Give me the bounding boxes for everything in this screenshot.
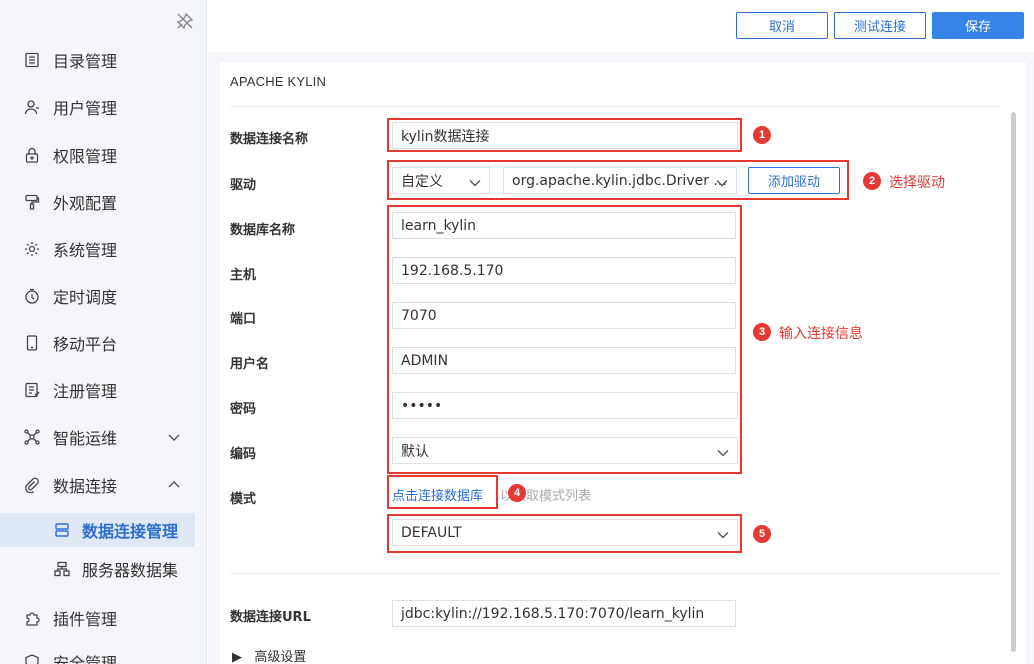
driver-type-value: 自定义 [401,173,443,190]
panel-title: APACHE KYLIN [230,74,327,89]
annotation-badge-2: 2 [863,172,881,190]
sidebar-item-ops[interactable]: 智能运维 [0,419,207,455]
vertical-scrollbar[interactable] [1011,112,1016,652]
sidebar-item-label: 权限管理 [53,147,118,166]
driver-class-value: org.apache.kylin.jdbc.Driver ... [512,172,727,189]
host-label: 主机 [230,268,257,283]
annotation-note-driver: 选择驱动 [889,175,945,191]
database-icon [54,522,70,538]
chevron-down-icon [716,176,728,187]
chevron-down-icon [167,430,181,444]
sidebar-subitem-label: 数据连接管理 [82,522,179,541]
sidebar-item-label: 数据连接 [53,477,118,496]
schema-label: 模式 [230,492,257,507]
chevron-up-icon [167,478,181,492]
port-label: 端口 [230,312,257,327]
sidebar: 目录管理 用户管理 权限管理 外观配置 系统管理 定时调度 移动平台 注册管理 … [0,0,207,664]
sidebar-item-system[interactable]: 系统管理 [0,231,207,267]
sidebar-item-schedule[interactable]: 定时调度 [0,278,207,314]
schema-select[interactable]: DEFAULT [392,519,738,546]
driver-type-select[interactable]: 自定义 [392,167,490,194]
cancel-button[interactable]: 取消 [736,12,828,39]
port-input[interactable]: 7070 [392,302,736,329]
username-input[interactable]: ADMIN [392,347,736,374]
sidebar-item-label: 定时调度 [53,288,118,307]
database-name-input[interactable]: learn_kylin [392,212,736,239]
user-icon [24,99,40,115]
annotation-badge-4: 4 [508,484,526,502]
catalog-icon [24,52,40,68]
sidebar-item-users[interactable]: 用户管理 [0,89,207,125]
sidebar-item-label: 移动平台 [53,335,118,354]
sidebar-item-label: 插件管理 [53,610,118,629]
annotation-badge-5: 5 [753,525,771,543]
sidebar-subitem-server-dataset[interactable]: 服务器数据集 [0,552,207,586]
chevron-down-icon [717,528,729,539]
sidebar-item-mobile[interactable]: 移动平台 [0,325,207,361]
link-icon [24,477,40,493]
save-button[interactable]: 保存 [932,12,1024,39]
sidebar-item-label: 安全管理 [53,654,118,664]
advanced-settings-toggle[interactable]: ▶ 高级设置 [232,646,306,664]
connection-url-label: 数据连接URL [230,610,311,625]
sidebar-item-label: 系统管理 [53,241,118,260]
plugin-icon [24,610,40,626]
divider [230,573,1000,574]
password-input[interactable]: ••••• [392,392,738,419]
sidebar-subitem-connection-management[interactable]: 数据连接管理 [0,513,195,547]
encoding-select[interactable]: 默认 [392,437,738,464]
connection-form-panel: APACHE KYLIN 数据连接名称 kylin数据连接 1 驱动 自定义 o… [220,62,1026,664]
connection-name-input[interactable]: kylin数据连接 [392,122,738,149]
chevron-down-icon [469,176,481,187]
sidebar-item-label: 用户管理 [53,99,118,118]
schema-value: DEFAULT [401,524,462,541]
password-label: 密码 [230,402,257,417]
toolbar: 取消 测试连接 保存 [208,0,1034,52]
server-dataset-icon [54,561,70,577]
sidebar-item-register[interactable]: 注册管理 [0,372,207,408]
unpin-icon[interactable] [176,12,194,30]
mobile-icon [24,335,40,351]
connect-database-link[interactable]: 点击连接数据库 [392,485,483,504]
security-icon [24,654,40,664]
sidebar-item-catalog[interactable]: 目录管理 [0,42,207,78]
sidebar-item-label: 目录管理 [53,52,118,71]
sidebar-item-label: 注册管理 [53,382,118,401]
database-name-label: 数据库名称 [230,223,296,238]
annotation-badge-3: 3 [753,323,771,341]
connection-name-label: 数据连接名称 [230,132,309,147]
driver-label: 驱动 [230,178,257,193]
gear-icon [24,241,40,257]
register-icon [24,382,40,398]
annotation-badge-1: 1 [753,126,771,144]
content-area: APACHE KYLIN 数据连接名称 kylin数据连接 1 驱动 自定义 o… [208,52,1034,664]
username-label: 用户名 [230,357,270,372]
host-input[interactable]: 192.168.5.170 [392,257,736,284]
brush-icon [24,194,40,210]
lock-icon [24,147,40,163]
annotation-note-info: 输入连接信息 [779,326,863,342]
encoding-label: 编码 [230,447,257,462]
sidebar-item-plugins[interactable]: 插件管理 [0,600,207,636]
chevron-down-icon [717,446,729,457]
add-driver-button[interactable]: 添加驱动 [748,167,840,194]
connection-url-input[interactable]: jdbc:kylin://192.168.5.170:7070/learn_ky… [392,600,736,627]
clock-icon [24,288,40,304]
sidebar-item-label: 智能运维 [53,429,118,448]
sidebar-item-data-connection[interactable]: 数据连接 [0,467,207,503]
divider [230,106,1000,107]
sidebar-item-label: 外观配置 [53,194,118,213]
encoding-value: 默认 [401,443,429,460]
sidebar-item-permissions[interactable]: 权限管理 [0,137,207,173]
sidebar-subitem-label: 服务器数据集 [82,561,179,580]
sidebar-item-security[interactable]: 安全管理 [0,644,207,664]
driver-class-select[interactable]: org.apache.kylin.jdbc.Driver ... [503,167,737,194]
advanced-settings-label: 高级设置 [254,650,307,664]
network-icon [24,429,40,445]
test-connection-button[interactable]: 测试连接 [834,12,926,39]
annotation-box-3 [387,205,742,474]
sidebar-item-appearance[interactable]: 外观配置 [0,184,207,220]
